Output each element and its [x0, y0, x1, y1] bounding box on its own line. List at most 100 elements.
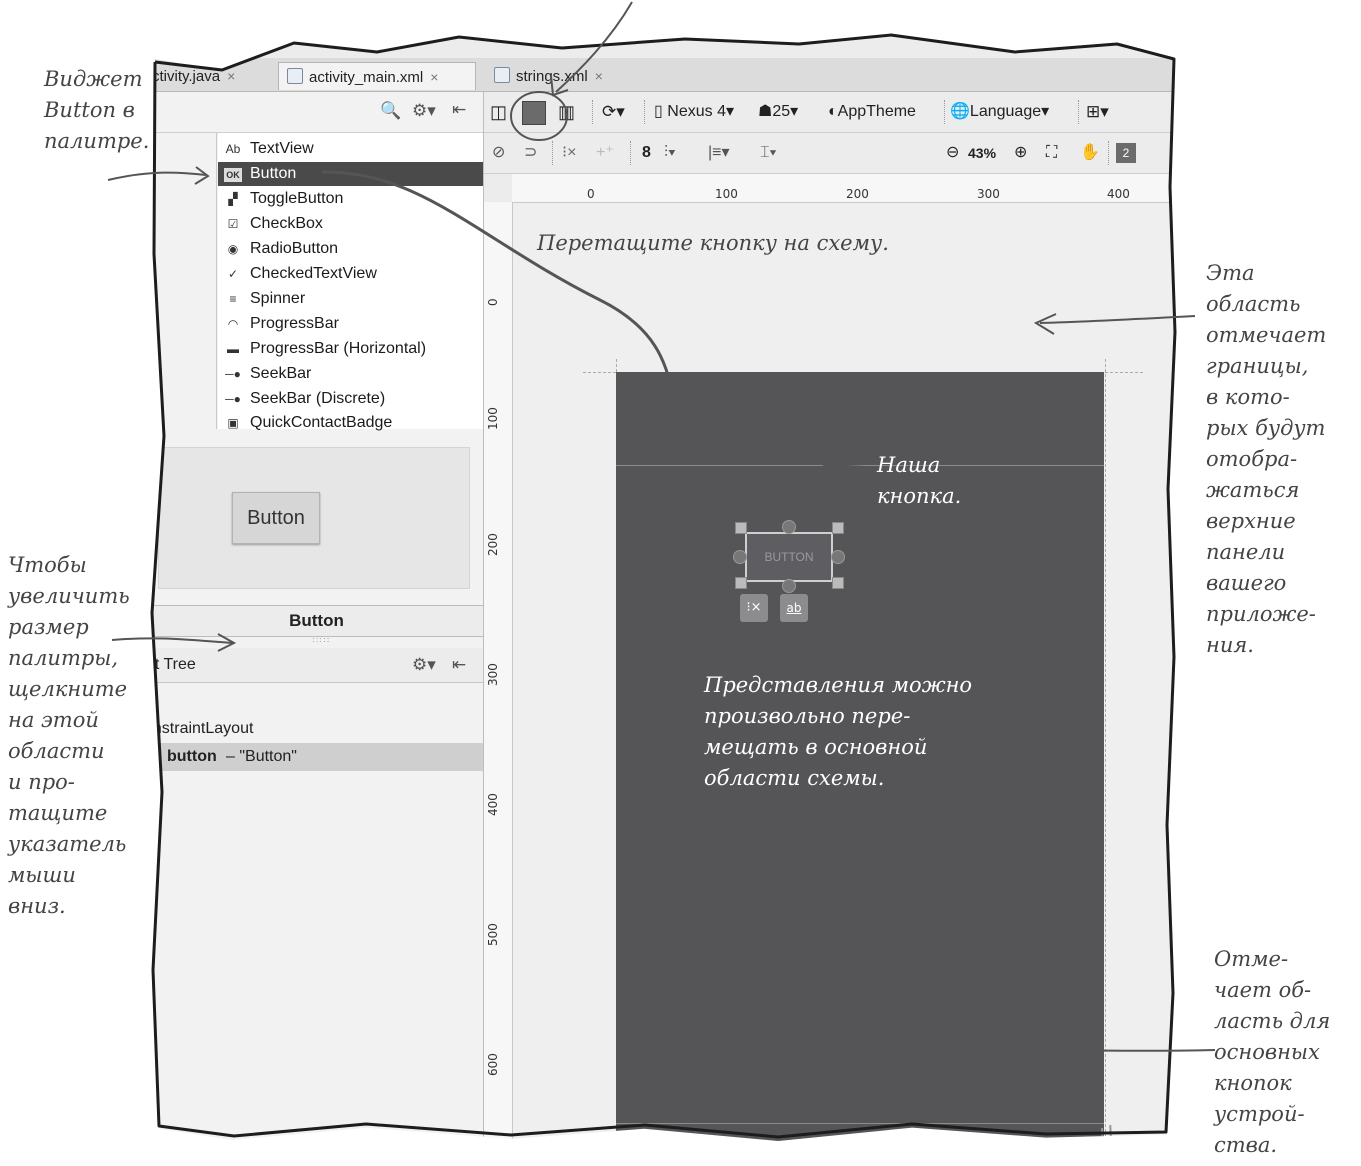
close-icon[interactable]: × [430, 69, 438, 85]
tab-activity-java[interactable]: ctivity.java × [152, 62, 272, 90]
widget-progressbar[interactable]: ◠ ProgressBar [218, 312, 483, 336]
align-icon[interactable]: |≡▾ [708, 141, 730, 165]
component-tree-title: nt Tree [150, 656, 196, 673]
zoom-in-icon[interactable]: ⊕ [1014, 141, 1027, 165]
widget-radiobutton[interactable]: ◉ RadioButton [218, 237, 483, 261]
tree-item-button[interactable]: × button – "Button" [152, 743, 483, 771]
widget-seekbar-discrete[interactable]: ─● SeekBar (Discrete) [218, 387, 483, 411]
resize-grip[interactable]: ::::: [312, 635, 330, 644]
device-selector[interactable]: ▯ Nexus 4▾ [654, 100, 734, 124]
textview-icon: Ab [225, 142, 241, 156]
android-studio-screenshot: ctivity.java × activity_main.xml × strings… [150, 35, 1176, 1142]
category-item[interactable]: s [152, 235, 153, 252]
ruler-tick-label: 400 [1107, 187, 1130, 201]
gear-icon[interactable]: ⚙▾ [412, 648, 436, 682]
widget-togglebutton[interactable]: ▞ ToggleButton [218, 187, 483, 211]
category-item[interactable]: s [152, 309, 153, 326]
navigation-bar-boundary [616, 1123, 1104, 1124]
widget-textview[interactable]: Ab TextView [218, 137, 483, 161]
widget-label: TextView [250, 140, 314, 157]
show-constraints-icon[interactable]: ⊘ [492, 141, 505, 165]
widget-checkbox[interactable]: ☑ CheckBox [218, 212, 483, 236]
separator [552, 141, 553, 165]
progressbar-horizontal-icon: ▬ [227, 342, 239, 356]
widget-progressbar-horizontal[interactable]: ▬ ProgressBar (Horizontal) [218, 337, 483, 361]
orientation-icon[interactable]: ⟳▾ [602, 100, 625, 124]
spinner-icon: ≡ [229, 292, 237, 306]
resize-handle[interactable] [735, 522, 747, 534]
language-selector[interactable]: 🌐Language▾ [950, 100, 1049, 124]
constraint-anchor[interactable] [782, 520, 796, 534]
search-icon[interactable]: 🔍 [380, 101, 401, 121]
close-icon[interactable]: × [227, 68, 235, 84]
separator [1108, 141, 1109, 165]
tree-item-root[interactable]: onstraintLayout [152, 715, 483, 743]
autoconnect-icon[interactable]: ⊃ [524, 141, 537, 165]
widget-spinner[interactable]: ≡ Spinner [218, 287, 483, 311]
tab-activity-main-xml[interactable]: activity_main.xml × [278, 62, 476, 90]
hide-panel-icon[interactable]: ⇤ [452, 100, 466, 120]
warnings-icon[interactable]: 2 [1116, 143, 1136, 163]
gear-icon[interactable]: ⚙▾ [412, 101, 436, 121]
palette-toolbar: 🔍 ⚙▾ ⇤ [152, 92, 483, 133]
ruler-tick-label: 0 [486, 298, 500, 306]
resize-handle[interactable] [832, 577, 844, 589]
delete-constraints-icon[interactable]: ⁝× [740, 594, 768, 622]
separator [944, 100, 945, 124]
resize-corner-icon[interactable]: // [1093, 1121, 1120, 1141]
constraint-anchor[interactable] [782, 579, 796, 593]
xml-file-icon [494, 67, 510, 83]
seekbar-icon: ─● [225, 367, 241, 381]
xml-file-icon [287, 68, 303, 84]
category-item[interactable]: d [152, 328, 154, 345]
ruler-tick-label: 300 [977, 187, 1000, 201]
palette-categories: s s d oat [152, 133, 217, 429]
ruler-tick-label: 0 [587, 187, 595, 201]
api-selector[interactable]: ☗25▾ [758, 100, 798, 124]
design-button[interactable]: BUTTON [745, 532, 833, 582]
radiobutton-icon: ◉ [227, 242, 239, 256]
widget-quickcontactbadge[interactable]: ▣ QuickContactBadge [218, 411, 483, 435]
progressbar-icon: ◠ [227, 317, 239, 331]
layout-variants-icon[interactable]: ⊞▾ [1086, 100, 1109, 124]
baseline-icon[interactable]: ab [780, 594, 808, 622]
annotation-move-views: Представления можно произвольно пере- ме… [704, 673, 973, 790]
tab-strings-xml[interactable]: strings.xml × [486, 62, 636, 90]
constraint-anchor[interactable] [733, 550, 747, 564]
infer-constraints-icon[interactable]: +⁺ [596, 141, 614, 165]
palette-panel: 🔍 ⚙▾ ⇤ s s d oat Ab TextView OK Button ▞ To… [150, 92, 484, 1142]
preview-button: Button [232, 492, 320, 544]
widget-button[interactable]: OK Button [218, 162, 483, 186]
resize-handle[interactable] [735, 577, 747, 589]
theme-selector[interactable]: ◐AppTheme [828, 100, 916, 124]
zoom-fit-icon[interactable]: ⛶ [1046, 141, 1057, 165]
design-view-icon[interactable]: ◫ [490, 100, 507, 124]
error-icon: × [152, 749, 160, 764]
widget-seekbar[interactable]: ─● SeekBar [218, 362, 483, 386]
guidelines-icon[interactable]: ⌶▾ [760, 141, 776, 165]
default-margin[interactable]: 8 [642, 141, 651, 165]
widget-preview: Button [158, 447, 470, 589]
widget-checkedtextview[interactable]: ✓ CheckedTextView [218, 262, 483, 286]
widget-label: ToggleButton [250, 190, 344, 207]
annotation-our-button: Наша кнопка. [877, 453, 962, 508]
pan-icon[interactable]: ✋ [1080, 141, 1100, 165]
close-icon[interactable]: × [595, 68, 603, 84]
annotation-resize-palette: Чтобы увеличить размер палитры, щелкните… [8, 553, 130, 918]
constraint-anchor[interactable] [831, 550, 845, 564]
design-toolbar: ◫ ▥ ⟳▾ ▯ Nexus 4▾ ☗25▾ ◐AppTheme 🌐Langua… [484, 92, 1176, 133]
clear-constraints-icon[interactable]: ⁝× [562, 141, 576, 165]
vertical-ruler: 0 100 200 300 400 500 600 [484, 202, 513, 1142]
zoom-out-icon[interactable]: ⊖ [946, 141, 959, 165]
hide-panel-icon[interactable]: ⇤ [452, 648, 466, 682]
theme-icon: ◐ [828, 103, 838, 120]
resize-handle[interactable] [832, 522, 844, 534]
blueprint-view-icon[interactable] [522, 101, 546, 125]
pack-icon[interactable]: ⫶▾ [664, 141, 676, 165]
widget-label: SeekBar [250, 365, 312, 382]
widget-label: SeekBar (Discrete) [250, 390, 386, 407]
split-view-icon[interactable]: ▥ [558, 100, 575, 124]
separator [1078, 100, 1079, 124]
category-item[interactable]: oat [152, 407, 161, 424]
globe-icon: 🌐 [950, 103, 970, 120]
